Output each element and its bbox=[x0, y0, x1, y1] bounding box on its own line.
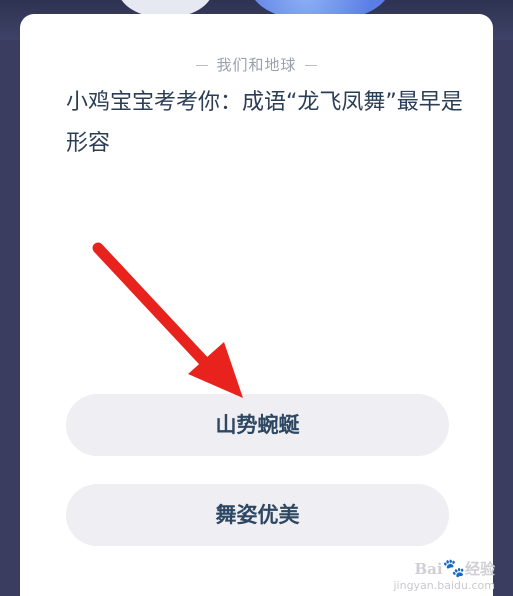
section-label: 我们和地球 bbox=[20, 54, 493, 75]
watermark: Bai🐾经验 jingyan.baidu.com bbox=[393, 558, 495, 592]
question-text: 小鸡宝宝考考你：成语“龙飞凤舞”最早是形容 bbox=[66, 90, 463, 156]
paw-icon: 🐾 bbox=[442, 558, 465, 579]
watermark-brand-suffix: 经验 bbox=[464, 560, 495, 578]
watermark-url: jingyan.baidu.com bbox=[393, 579, 495, 592]
label-dash-right bbox=[304, 65, 317, 66]
watermark-brand: Bai bbox=[414, 560, 443, 578]
option-button-2[interactable]: 舞姿优美 bbox=[66, 484, 449, 546]
option-button-1[interactable]: 山势蜿蜒 bbox=[66, 394, 449, 456]
question-card: 我们和地球 小鸡宝宝考考你：成语“龙飞凤舞”最早是形容 山势蜿蜒 舞姿优美 bbox=[20, 14, 493, 596]
section-label-text: 我们和地球 bbox=[216, 56, 297, 74]
label-dash-left bbox=[196, 65, 209, 66]
quiz-screen: 我们和地球 小鸡宝宝考考你：成语“龙飞凤舞”最早是形容 山势蜿蜒 舞姿优美 Ba… bbox=[0, 0, 513, 596]
